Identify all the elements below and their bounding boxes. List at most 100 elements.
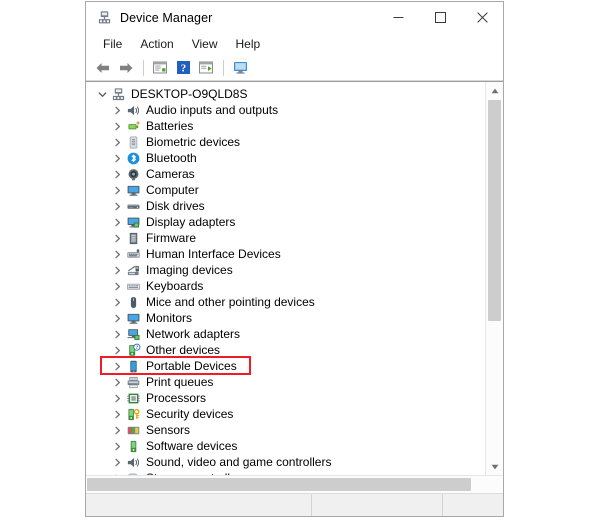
tree-node-label: DESKTOP-O9QLD8S: [131, 86, 247, 102]
expander-chevron-right-icon[interactable]: [109, 378, 125, 387]
horizontal-scrollbar[interactable]: [86, 476, 486, 493]
menu-file[interactable]: File: [94, 35, 131, 53]
update-driver-icon[interactable]: [195, 58, 217, 78]
horizontal-scroll-thumb[interactable]: [87, 478, 471, 491]
tree-node[interactable]: Human Interface Devices: [86, 246, 485, 262]
tree-node[interactable]: Software devices: [86, 438, 485, 454]
title-bar: Device Manager: [86, 2, 503, 33]
hid-icon: [125, 246, 141, 262]
security-device-icon: [125, 406, 141, 422]
expander-chevron-right-icon[interactable]: [109, 346, 125, 355]
device-manager-icon: [96, 10, 112, 26]
expander-chevron-right-icon[interactable]: [109, 266, 125, 275]
forward-arrow-icon[interactable]: [115, 58, 137, 78]
computer-root-icon: [110, 86, 126, 102]
close-button[interactable]: [461, 2, 503, 33]
tree-node[interactable]: Display adapters: [86, 214, 485, 230]
expander-chevron-right-icon[interactable]: [109, 218, 125, 227]
tree-node[interactable]: Bluetooth: [86, 150, 485, 166]
menu-action[interactable]: Action: [131, 35, 182, 53]
menu-view[interactable]: View: [183, 35, 227, 53]
minimize-button[interactable]: [377, 2, 419, 33]
properties-icon[interactable]: [149, 58, 171, 78]
expander-chevron-right-icon[interactable]: [109, 202, 125, 211]
tree-node[interactable]: Audio inputs and outputs: [86, 102, 485, 118]
tree-node[interactable]: Storage controllers: [86, 470, 485, 475]
tree-node[interactable]: Sensors: [86, 422, 485, 438]
expander-chevron-right-icon[interactable]: [109, 154, 125, 163]
tree-node[interactable]: Batteries: [86, 118, 485, 134]
expander-chevron-right-icon[interactable]: [109, 250, 125, 259]
tree-node[interactable]: Processors: [86, 390, 485, 406]
tree-node-root[interactable]: DESKTOP-O9QLD8S: [86, 86, 485, 102]
expander-chevron-right-icon[interactable]: [109, 426, 125, 435]
expander-chevron-right-icon[interactable]: [109, 170, 125, 179]
scroll-up-arrow[interactable]: [486, 82, 503, 99]
tree-node[interactable]: Monitors: [86, 310, 485, 326]
tree-node-label: Storage controllers: [146, 470, 247, 475]
sound-controller-icon: [125, 454, 141, 470]
scanner-icon: [125, 262, 141, 278]
speaker-icon: [125, 102, 141, 118]
expander-chevron-right-icon[interactable]: [109, 122, 125, 131]
expander-chevron-right-icon[interactable]: [109, 106, 125, 115]
tree-node[interactable]: Keyboards: [86, 278, 485, 294]
vertical-scroll-thumb[interactable]: [488, 100, 501, 321]
tree-node[interactable]: Mice and other pointing devices: [86, 294, 485, 310]
computer-icon: [125, 182, 141, 198]
portable-device-icon: [125, 358, 141, 374]
expander-chevron-right-icon[interactable]: [109, 458, 125, 467]
expander-chevron-right-icon[interactable]: [109, 474, 125, 476]
expander-chevron-right-icon[interactable]: [109, 394, 125, 403]
maximize-button[interactable]: [419, 2, 461, 33]
other-devices-icon: ?: [125, 342, 141, 358]
device-tree[interactable]: DESKTOP-O9QLD8SAudio inputs and outputsB…: [86, 82, 485, 475]
tree-node-label: Biometric devices: [146, 134, 240, 150]
expander-chevron-right-icon[interactable]: [109, 298, 125, 307]
expander-chevron-right-icon[interactable]: [109, 330, 125, 339]
tree-node-label: Monitors: [146, 310, 192, 326]
tree-node[interactable]: Portable Devices: [86, 358, 485, 374]
svg-text:?: ?: [180, 62, 186, 74]
scan-hardware-icon[interactable]: [229, 58, 251, 78]
tree-node-label: Other devices: [146, 342, 220, 358]
tree-node-label: Audio inputs and outputs: [146, 102, 278, 118]
scroll-down-arrow[interactable]: [486, 458, 503, 475]
vertical-scrollbar[interactable]: [485, 82, 503, 475]
tree-node[interactable]: Biometric devices: [86, 134, 485, 150]
expander-chevron-right-icon[interactable]: [109, 282, 125, 291]
back-arrow-icon[interactable]: [92, 58, 114, 78]
expander-chevron-right-icon[interactable]: [109, 362, 125, 371]
status-pane-3: [443, 494, 503, 516]
expander-chevron-right-icon[interactable]: [109, 138, 125, 147]
tree-node[interactable]: Imaging devices: [86, 262, 485, 278]
window-title: Device Manager: [120, 11, 212, 25]
tree-node[interactable]: Network adapters: [86, 326, 485, 342]
expander-chevron-right-icon[interactable]: [109, 234, 125, 243]
tree-node-label: Disk drives: [146, 198, 205, 214]
tree-node[interactable]: Security devices: [86, 406, 485, 422]
expander-chevron-right-icon[interactable]: [109, 186, 125, 195]
toolbar: ?: [86, 55, 503, 81]
tree-node-label: Print queues: [146, 374, 213, 390]
mouse-icon: [125, 294, 141, 310]
expander-chevron-right-icon[interactable]: [109, 442, 125, 451]
tree-panel: DESKTOP-O9QLD8SAudio inputs and outputsB…: [86, 81, 503, 475]
tree-node[interactable]: Disk drives: [86, 198, 485, 214]
help-icon[interactable]: ?: [172, 58, 194, 78]
tree-node[interactable]: Firmware: [86, 230, 485, 246]
horizontal-scrollbar-row: [86, 475, 503, 493]
keyboard-icon: [125, 278, 141, 294]
tree-node[interactable]: Sound, video and game controllers: [86, 454, 485, 470]
display-adapter-icon: [125, 214, 141, 230]
toolbar-separator-2: [223, 60, 224, 76]
expander-chevron-right-icon[interactable]: [109, 314, 125, 323]
expander-chevron-down-icon[interactable]: [94, 90, 110, 99]
tree-node[interactable]: Computer: [86, 182, 485, 198]
menu-help[interactable]: Help: [227, 35, 270, 53]
tree-node[interactable]: Print queues: [86, 374, 485, 390]
status-message: [86, 494, 312, 516]
expander-chevron-right-icon[interactable]: [109, 410, 125, 419]
tree-node[interactable]: Cameras: [86, 166, 485, 182]
tree-node[interactable]: ? Other devices: [86, 342, 485, 358]
